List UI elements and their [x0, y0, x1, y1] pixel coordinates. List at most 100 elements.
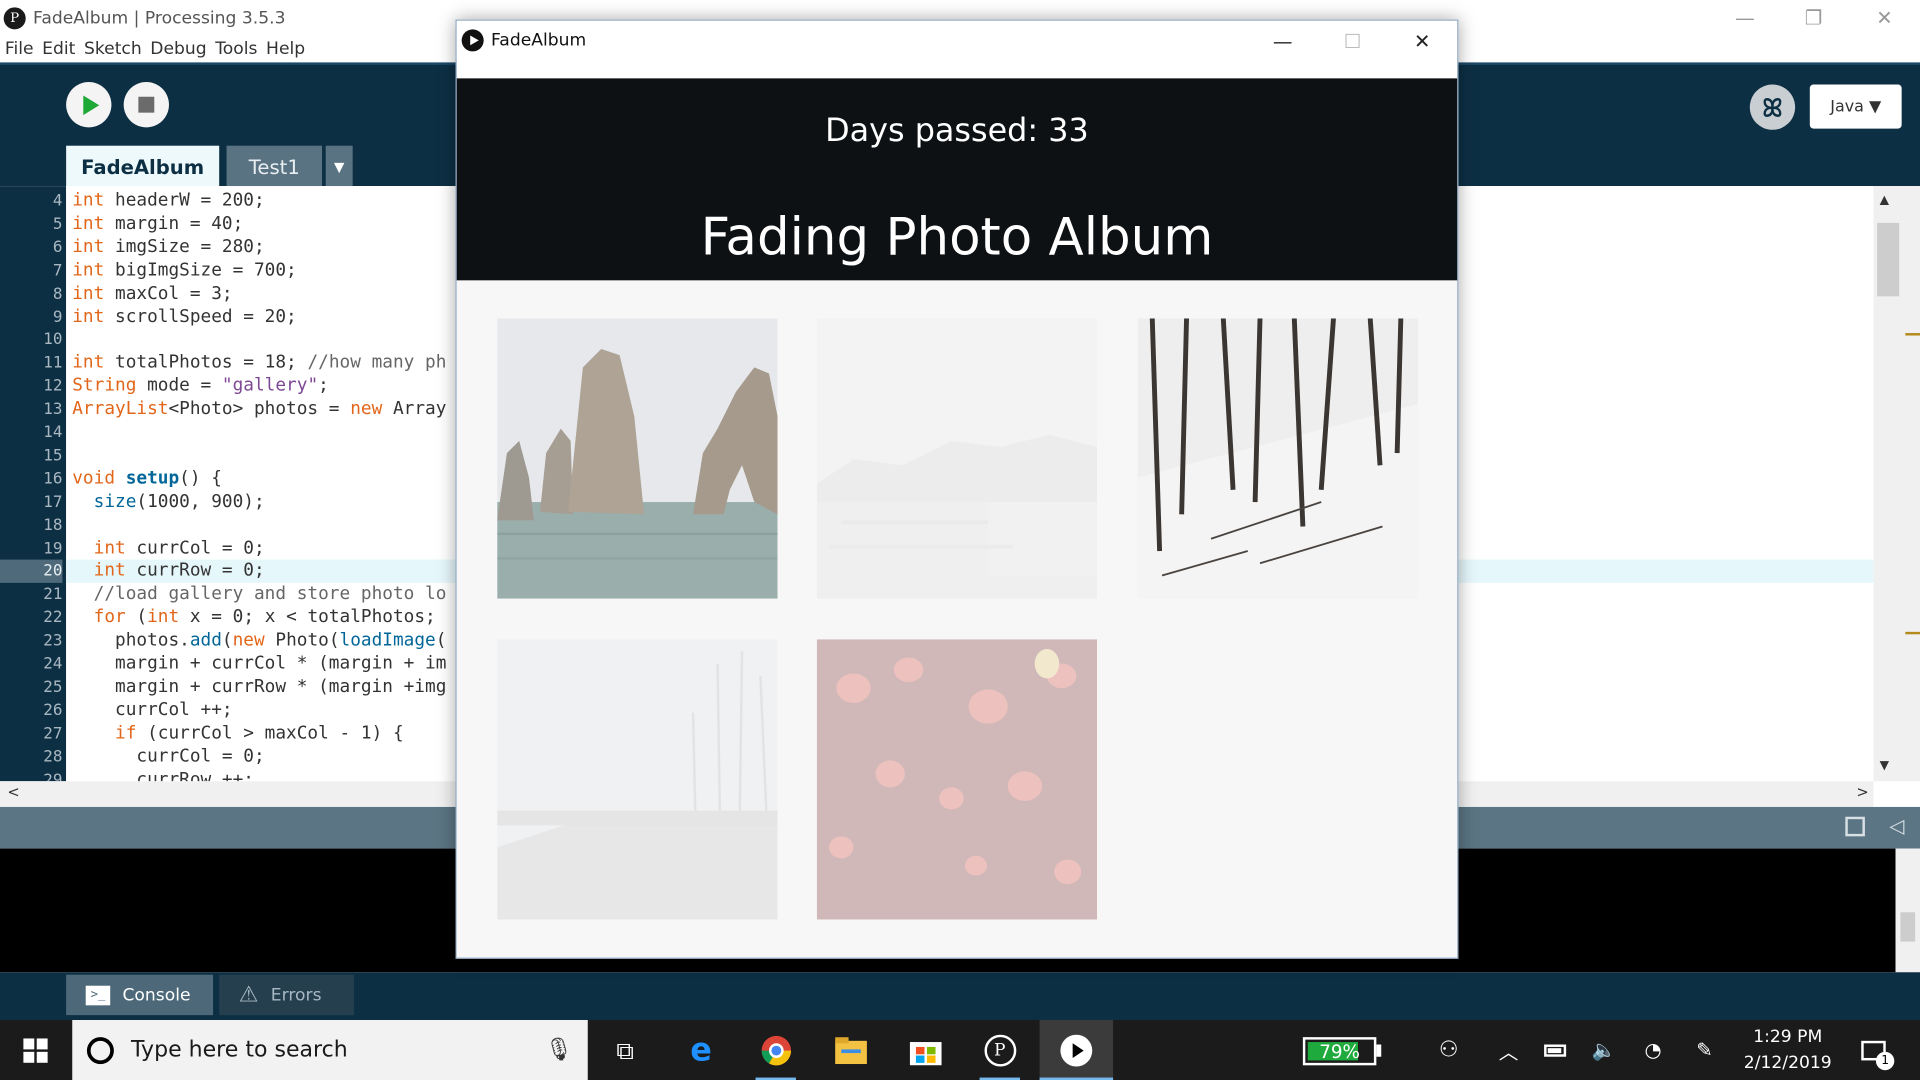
tab-test1[interactable]: Test1	[226, 145, 323, 189]
line-number: 9	[52, 307, 63, 327]
edge-icon[interactable]: e	[673, 1020, 728, 1080]
line-number: 11	[43, 354, 63, 373]
line-number: 4	[52, 192, 63, 211]
battery-nub	[1376, 1044, 1382, 1057]
search-placeholder: Type here to search	[131, 1037, 348, 1063]
line-number: 6	[52, 238, 63, 257]
days-passed-label: Days passed: 33	[825, 112, 1089, 150]
menu-file[interactable]: File	[5, 39, 34, 59]
sketch-title-bar[interactable]: FadeAlbum — ☐ ✕	[456, 20, 1458, 61]
notification-center-icon[interactable]: 1	[1849, 1020, 1898, 1080]
mode-selector[interactable]: Java ▼	[1809, 84, 1902, 129]
stop-button[interactable]	[123, 82, 169, 128]
store-icon[interactable]	[898, 1020, 953, 1080]
tab-menu-button[interactable]: ▼	[325, 145, 353, 189]
console-scroll-thumb[interactable]	[1900, 912, 1916, 942]
processing-logo-icon: P	[3, 6, 26, 29]
processing-icon[interactable]: P	[972, 1020, 1027, 1080]
collapse-console-icon[interactable]: ◁	[1889, 814, 1904, 837]
sea-rocks-photo[interactable]	[497, 318, 778, 599]
processing-sketch-taskbar-icon[interactable]	[1039, 1020, 1114, 1080]
harbor-photo[interactable]	[816, 318, 1098, 599]
editor-scroll-thumb[interactable]	[1877, 222, 1900, 297]
wifi-icon[interactable]: ◔	[1636, 1020, 1670, 1080]
photo-gallery	[456, 280, 1458, 958]
scroll-up-arrow-icon[interactable]: ▲	[1880, 193, 1889, 206]
line-number: 27	[43, 724, 63, 743]
console-scrollbar[interactable]	[1895, 848, 1920, 973]
menu-debug[interactable]: Debug	[150, 39, 206, 59]
sketch-window[interactable]: FadeAlbum — ☐ ✕ Days passed: 33 Fading P…	[455, 19, 1459, 959]
editor-vertical-scrollbar[interactable]: ▲ ▼	[1873, 186, 1920, 782]
run-button[interactable]	[66, 82, 112, 128]
windows-taskbar: Type here to search 🎙 ⧉ e P 79% ⚇ ︿ 🔈 ◔ …	[0, 1020, 1920, 1080]
sketch-minimize-button[interactable]: —	[1248, 21, 1318, 60]
scroll-down-arrow-icon[interactable]: ▼	[1880, 759, 1889, 772]
system-clock[interactable]: 1:29 PM 2/12/2019	[1739, 1020, 1837, 1080]
tab-console-label: Console	[122, 985, 191, 1005]
tab-fadealbum[interactable]: FadeAlbum	[66, 145, 220, 189]
stop-icon	[138, 96, 155, 113]
show-hidden-icons-icon[interactable]: ︿	[1491, 1020, 1525, 1080]
cortana-icon	[86, 1036, 114, 1064]
line-number: 15	[43, 446, 63, 466]
menu-edit[interactable]: Edit	[42, 39, 75, 59]
console-icon: >_	[85, 985, 111, 1005]
ide-minimize-button[interactable]: —	[1709, 0, 1780, 36]
line-number-gutter: 4 5 6 7 8 9 10 11 12 13 14 15 16 17 18 19 20 21 22 23 24 25 26…	[0, 186, 67, 789]
scroll-right-arrow-icon[interactable]: >	[1856, 784, 1868, 801]
notification-count-badge: 1	[1875, 1051, 1895, 1071]
microphone-icon[interactable]: 🎙	[545, 1037, 573, 1063]
line-number: 10	[43, 331, 63, 350]
line-number: 26	[43, 701, 63, 720]
line-number: 14	[43, 423, 63, 443]
windows-logo-icon	[23, 1037, 48, 1063]
clock-time: 1:29 PM	[1753, 1026, 1823, 1047]
menu-tools[interactable]: Tools	[215, 39, 257, 59]
processing-sketch-icon	[461, 29, 484, 52]
pen-icon[interactable]: ✎	[1687, 1020, 1721, 1080]
sketch-window-title: FadeAlbum	[491, 30, 587, 51]
scroll-left-arrow-icon[interactable]: <	[7, 784, 19, 801]
line-number: 8	[52, 284, 63, 304]
menu-sketch[interactable]: Sketch	[84, 39, 142, 59]
line-number: 17	[43, 493, 63, 512]
ide-window-title: FadeAlbum | Processing 3.5.3	[33, 7, 286, 28]
ide-close-button[interactable]: ✕	[1849, 0, 1920, 36]
error-marker[interactable]	[1905, 333, 1920, 336]
task-view-icon[interactable]: ⧉	[598, 1020, 653, 1080]
taskbar-search-input[interactable]: Type here to search 🎙	[72, 1020, 588, 1080]
snowy-forest-photo[interactable]	[1137, 318, 1418, 599]
winter-field-photo[interactable]	[497, 639, 778, 920]
line-number: 20	[0, 560, 63, 584]
butterfly-icon: ꕤ	[1762, 92, 1783, 122]
battery-indicator[interactable]: 79%	[1302, 1037, 1377, 1066]
line-number: 25	[43, 678, 63, 697]
line-number: 24	[43, 655, 63, 674]
menu-help[interactable]: Help	[266, 39, 305, 59]
sketch-maximize-button[interactable]: ☐	[1318, 21, 1388, 60]
tab-errors[interactable]: ⚠ Errors	[219, 974, 354, 1016]
line-number: 18	[43, 516, 63, 535]
sketch-close-button[interactable]: ✕	[1387, 21, 1457, 60]
battery-tray-icon[interactable]	[1538, 1020, 1572, 1080]
line-number: 5	[52, 215, 63, 234]
console-tab-bar: >_ Console ⚠ Errors	[0, 972, 1920, 1021]
ide-restore-button[interactable]: ❐	[1778, 0, 1849, 36]
line-number: 23	[43, 631, 63, 651]
debugger-toggle-button[interactable]: ꕤ	[1749, 84, 1796, 130]
people-icon[interactable]: ⚇	[1430, 1020, 1467, 1080]
chrome-icon[interactable]	[748, 1020, 803, 1080]
volume-icon[interactable]: 🔈	[1587, 1020, 1621, 1080]
start-button[interactable]	[0, 1020, 71, 1080]
line-number: 21	[43, 585, 63, 605]
album-header: Days passed: 33 Fading Photo Album	[456, 78, 1458, 281]
album-title: Fading Photo Album	[700, 206, 1214, 267]
copy-console-icon[interactable]	[1845, 816, 1865, 837]
tab-console[interactable]: >_ Console	[66, 974, 214, 1016]
line-number: 19	[43, 539, 63, 558]
file-explorer-icon[interactable]	[823, 1020, 878, 1080]
red-lanterns-photo[interactable]	[816, 639, 1098, 920]
line-number: 7	[52, 261, 63, 281]
error-marker[interactable]	[1905, 631, 1920, 635]
